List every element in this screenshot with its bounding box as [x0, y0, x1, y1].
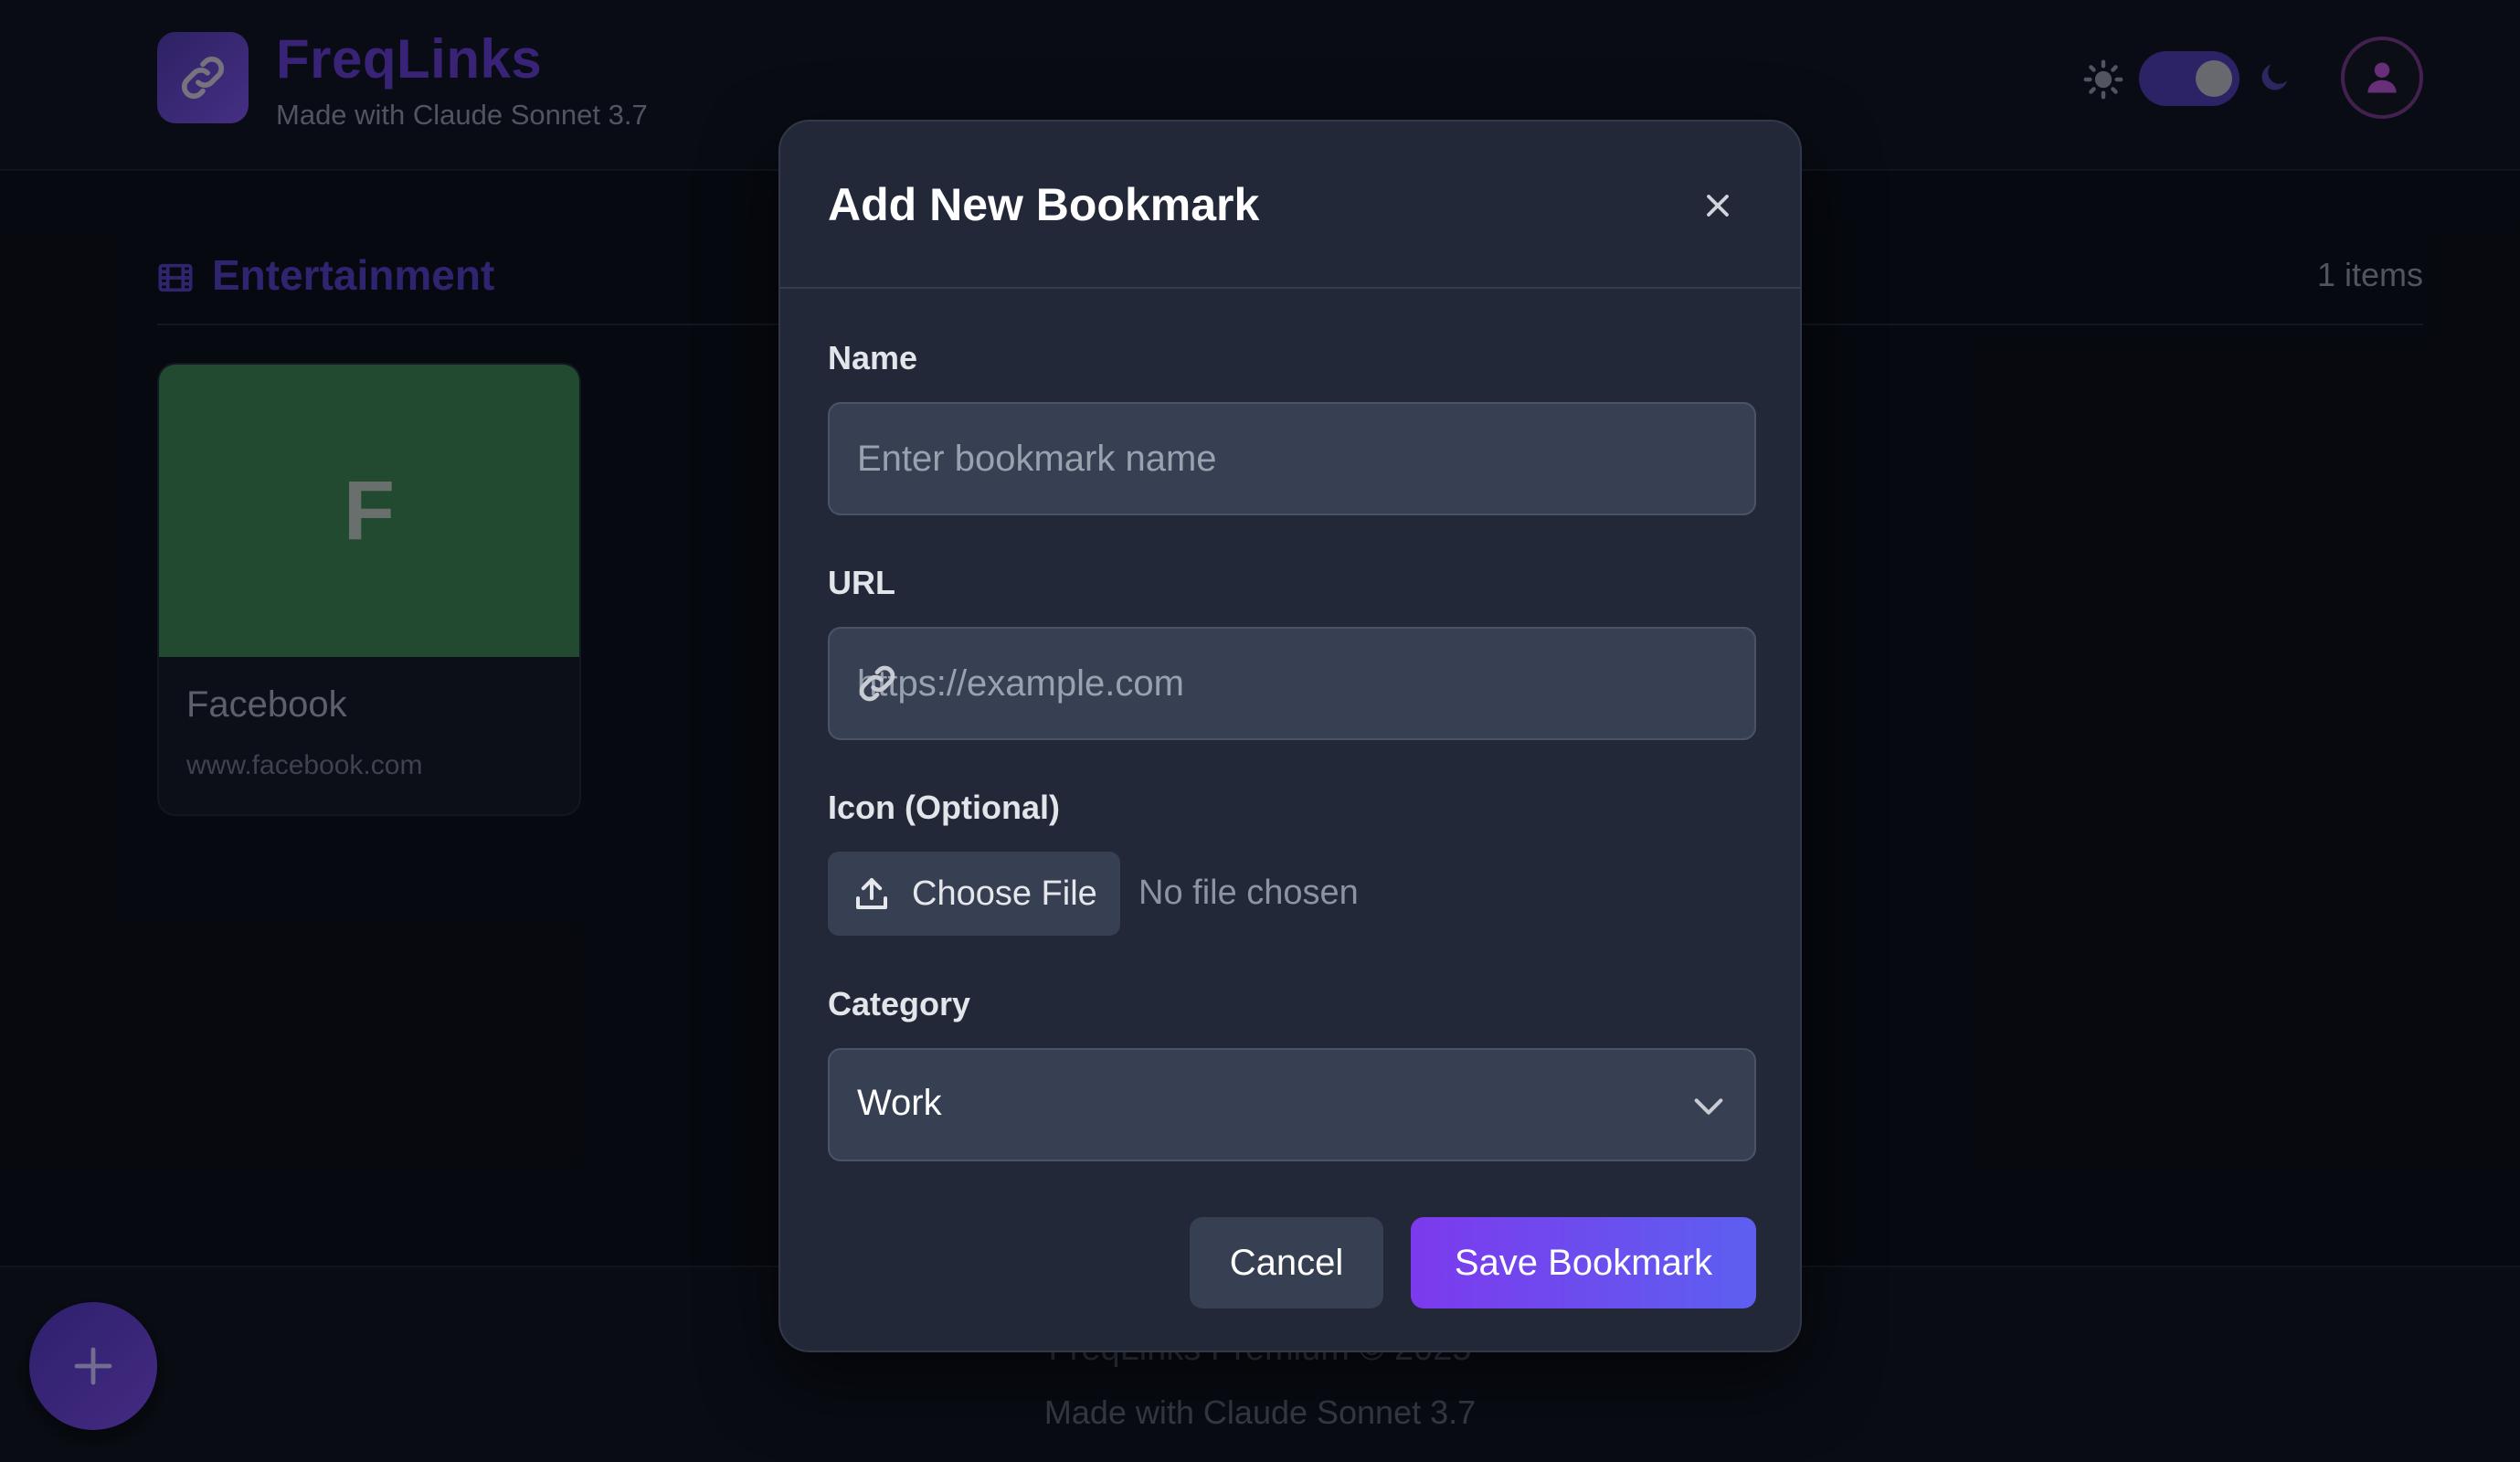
chevron-down-icon	[1694, 1098, 1723, 1115]
url-label: URL	[828, 564, 895, 601]
icon-label: Icon (Optional)	[828, 789, 1060, 826]
category-label: Category	[828, 985, 971, 1022]
add-bookmark-modal: Add New Bookmark Name URL Icon (Optional…	[778, 120, 1802, 1352]
url-field	[828, 627, 1756, 740]
close-button[interactable]	[1699, 187, 1736, 224]
choose-file-label: Choose File	[912, 874, 1097, 913]
category-select[interactable]: Work	[828, 1048, 1756, 1161]
file-status: No file chosen	[1138, 874, 1359, 912]
cancel-button[interactable]: Cancel	[1190, 1217, 1383, 1308]
modal-header: Add New Bookmark	[780, 122, 1800, 289]
modal-title: Add New Bookmark	[828, 179, 1260, 230]
name-label: Name	[828, 339, 918, 376]
choose-file-button[interactable]: Choose File	[828, 852, 1120, 936]
category-selected-value: Work	[857, 1083, 942, 1123]
name-input[interactable]	[828, 402, 1756, 515]
url-input[interactable]	[828, 627, 1756, 740]
close-icon	[1707, 195, 1729, 217]
save-bookmark-button[interactable]: Save Bookmark	[1411, 1217, 1756, 1308]
app-root: FreqLinks Made with Claude Sonnet 3.7 En…	[0, 0, 2520, 1462]
upload-icon	[856, 878, 887, 909]
